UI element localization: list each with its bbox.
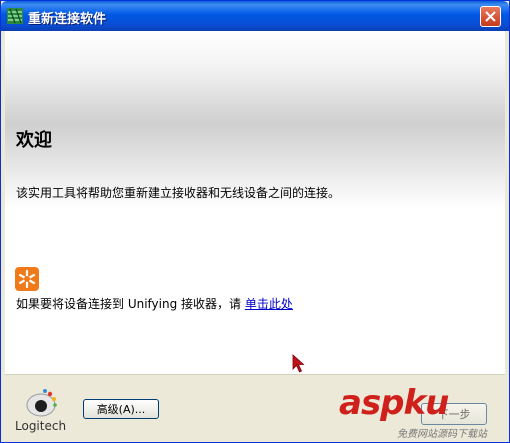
close-icon xyxy=(485,11,496,22)
close-button[interactable] xyxy=(480,6,501,27)
logo-text: Logitech xyxy=(15,419,67,433)
description-text: 该实用工具将帮助您重新建立接收器和无线设备之间的连接。 xyxy=(16,186,341,200)
page-heading: 欢迎 xyxy=(16,130,52,151)
watermark-subtitle: 免费网站源码下载站 xyxy=(397,429,487,440)
watermark-text: aspku xyxy=(339,383,449,423)
watermark: 下一步 aspku 免费网站源码下载站 xyxy=(335,383,505,440)
advanced-button[interactable]: 高级(A)... xyxy=(83,399,159,419)
click-here-link[interactable]: 单击此处 xyxy=(245,297,293,311)
footer-bar: Logitech 高级(A)... 下一步 aspku 免费网站源码下载站 xyxy=(5,374,505,440)
app-icon xyxy=(7,8,23,24)
unifying-text: 如果要将设备连接到 Unifying 接收器，请 xyxy=(16,297,245,311)
unifying-instruction: 如果要将设备连接到 Unifying 接收器，请 单击此处 xyxy=(16,295,293,312)
dialog-window: 重新连接软件 欢迎 该实用工具将帮助您重新建立接收器和无线设备之间的连接。 如果… xyxy=(0,0,510,443)
window-title: 重新连接软件 xyxy=(28,12,107,27)
logitech-logo-icon xyxy=(26,389,57,417)
mouse-cursor-icon xyxy=(292,354,305,373)
unifying-icon[interactable] xyxy=(15,267,39,291)
logitech-logo: Logitech xyxy=(15,385,69,437)
title-bar[interactable]: 重新连接软件 xyxy=(1,1,509,31)
content-panel: 欢迎 该实用工具将帮助您重新建立接收器和无线设备之间的连接。 如果要将设备连接到… xyxy=(5,31,505,374)
